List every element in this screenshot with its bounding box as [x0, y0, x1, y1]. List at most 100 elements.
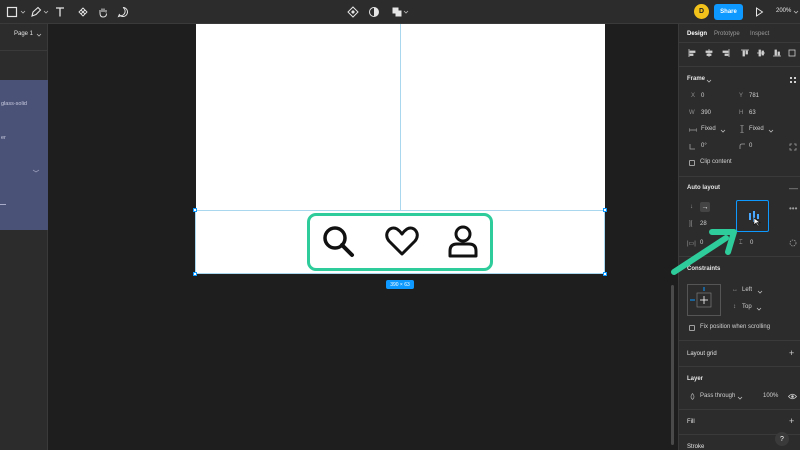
component-tool-icon[interactable] [76, 5, 90, 19]
vertical-resizing-select[interactable]: Fixed [749, 126, 764, 132]
horizontal-constraint-select[interactable]: Left [742, 287, 752, 293]
hand-tool-icon[interactable] [96, 5, 110, 19]
frame-tool-icon[interactable] [5, 5, 19, 19]
height-input[interactable]: 63 [749, 110, 756, 116]
resize-to-fit-icon[interactable] [789, 76, 797, 84]
cursor-pointer-icon [753, 217, 761, 227]
collapse-chevron-icon[interactable] [32, 169, 40, 173]
divider [679, 176, 800, 177]
layer-item[interactable]: glass-solid [1, 101, 27, 107]
constraint-v-chevron-icon[interactable] [756, 306, 762, 312]
heart-icon[interactable] [384, 223, 420, 259]
resize-handle[interactable] [603, 272, 607, 276]
divider [0, 50, 48, 51]
fix-position-label: Fix position when scrolling [700, 324, 771, 330]
fix-position-checkbox[interactable] [689, 325, 695, 331]
width-input[interactable]: 390 [701, 110, 711, 116]
more-options-icon[interactable]: ••• [789, 204, 797, 213]
component-icon[interactable] [346, 5, 360, 19]
add-layout-grid-icon[interactable]: + [789, 348, 794, 358]
zoom-chevron-icon[interactable] [793, 9, 799, 15]
divider [679, 66, 800, 67]
comment-tool-icon[interactable] [116, 5, 130, 19]
blend-mode-select[interactable]: Pass through [700, 393, 735, 399]
tutorial-arrow-icon [671, 229, 737, 275]
rotation-input[interactable]: 0° [701, 143, 707, 149]
layer-section-title: Layer [687, 376, 704, 382]
visibility-eye-icon[interactable] [788, 393, 797, 400]
blend-mode-icon [690, 393, 695, 400]
pen-tool-chevron-icon[interactable] [43, 9, 49, 15]
y-label: Y [739, 93, 744, 99]
x-input[interactable]: 0 [701, 93, 704, 99]
user-icon[interactable] [445, 223, 481, 259]
present-play-icon[interactable] [752, 5, 766, 19]
horizontal-constraint-icon: ↔ [732, 287, 738, 293]
add-fill-icon[interactable]: + [789, 416, 794, 426]
page-chevron-icon[interactable] [36, 32, 42, 38]
horizontal-direction-button[interactable]: → [700, 202, 710, 212]
clip-content-label: Clip content [700, 159, 732, 165]
corner-radius-input[interactable]: 0 [749, 143, 752, 149]
tab-prototype[interactable]: Prototype [714, 31, 740, 37]
resize-handle[interactable] [193, 208, 197, 212]
help-button[interactable]: ? [775, 432, 789, 446]
share-button[interactable]: Share [714, 4, 743, 20]
canvas-scrollbar[interactable] [671, 285, 674, 445]
search-icon[interactable] [320, 223, 356, 259]
w-label: W [689, 110, 695, 116]
layer-item[interactable]: er [1, 135, 6, 141]
rotation-icon [689, 144, 695, 150]
stroke-section-title: Stroke [687, 444, 705, 450]
layer-indent-mark [0, 204, 6, 205]
h-sizing-chevron-icon[interactable] [720, 128, 726, 134]
constraint-h-chevron-icon[interactable] [757, 289, 763, 295]
center-guide-line [400, 24, 401, 210]
frame-section-title[interactable]: Frame [687, 76, 705, 82]
y-input[interactable]: 781 [749, 93, 759, 99]
layers-panel: Page 1 glass-solid er [0, 24, 48, 450]
tab-design[interactable]: Design [687, 31, 707, 37]
blend-mode-chevron-icon[interactable] [737, 395, 743, 401]
text-tool-icon[interactable] [53, 5, 67, 19]
vertical-resizing-icon [740, 125, 744, 133]
constraint-widget[interactable] [687, 284, 721, 316]
x-label: X [691, 93, 696, 99]
mask-icon[interactable] [367, 5, 381, 19]
v-sizing-chevron-icon[interactable] [768, 128, 774, 134]
zoom-level[interactable]: 200% [776, 8, 791, 14]
page-selector[interactable]: Page 1 [14, 31, 33, 37]
divider [679, 409, 800, 410]
layout-grid-title[interactable]: Layout grid [687, 351, 717, 357]
vertical-constraint-select[interactable]: Top [742, 304, 752, 310]
auto-layout-title: Auto layout [687, 185, 720, 191]
resize-handle[interactable] [193, 272, 197, 276]
divider [679, 42, 800, 43]
boolean-operations-icon[interactable] [390, 5, 404, 19]
independent-corners-icon[interactable] [789, 143, 797, 151]
frame-tool-chevron-icon[interactable] [20, 9, 26, 15]
frame-chevron-icon[interactable] [706, 78, 712, 84]
vertical-direction-icon[interactable]: ↓ [690, 204, 693, 210]
remove-auto-layout-icon[interactable]: — [789, 183, 798, 193]
boolean-chevron-icon[interactable] [403, 9, 409, 15]
pen-tool-icon[interactable] [29, 5, 43, 19]
corner-radius-icon [739, 143, 745, 149]
h-label: H [739, 110, 744, 116]
horizontal-resizing-icon [689, 128, 697, 132]
divider [679, 366, 800, 367]
individual-padding-icon[interactable] [789, 239, 797, 247]
clip-content-checkbox[interactable] [689, 160, 695, 166]
horizontal-resizing-select[interactable]: Fixed [701, 126, 716, 132]
tab-inspect[interactable]: Inspect [750, 31, 769, 37]
vertical-constraint-icon: ↕ [733, 304, 736, 310]
divider [679, 340, 800, 341]
alignment-tools-icon[interactable] [687, 49, 797, 57]
resize-handle[interactable] [603, 208, 607, 212]
opacity-input[interactable]: 100% [763, 393, 778, 399]
top-toolbar: D Share 200% [0, 0, 800, 24]
user-avatar[interactable]: D [694, 4, 709, 19]
vertical-padding-input[interactable]: 0 [750, 240, 753, 246]
dimension-badge: 390 × 63 [386, 280, 414, 289]
constraint-cross-icon[interactable] [688, 285, 720, 315]
